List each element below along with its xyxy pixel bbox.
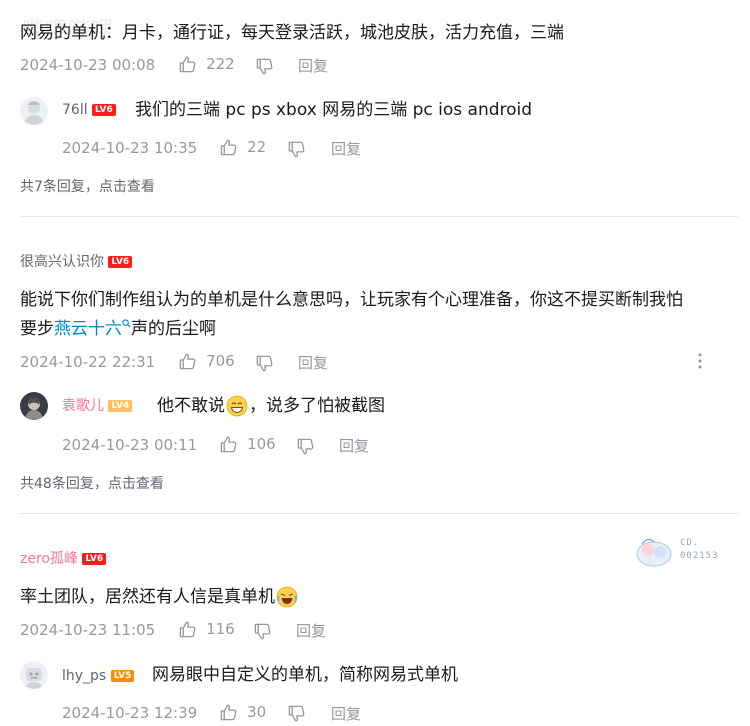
badge-text: CD.	[680, 538, 700, 548]
username-text[interactable]: 很高兴认识你	[20, 254, 104, 270]
username-text[interactable]: lhy_ps	[62, 668, 106, 684]
comment-text: 率土团队，居然还有人信是真单机	[20, 584, 298, 610]
search-link[interactable]: 燕云十六	[54, 319, 131, 339]
level-badge: LV5	[110, 670, 135, 682]
thumb-down-icon[interactable]	[296, 437, 315, 456]
grin-emoji-icon	[226, 395, 248, 417]
like-count: 706	[206, 352, 235, 370]
avatar[interactable]	[20, 97, 48, 125]
view-more-replies[interactable]: 共48条回复，点击查看	[20, 473, 164, 493]
like-button[interactable]: 116	[178, 619, 235, 641]
search-link-text[interactable]: 燕云十六	[54, 319, 122, 339]
reply-button[interactable]: 回复	[339, 435, 369, 456]
like-button[interactable]: 22	[219, 137, 266, 159]
like-count: 106	[247, 435, 276, 453]
comment-text-segment: 要步	[20, 319, 54, 339]
comment-time: 2024-10-22 22:31	[20, 353, 156, 371]
level-badge: LV6	[82, 553, 107, 565]
username-text[interactable]: 袁歌儿	[62, 398, 104, 414]
reply-time: 2024-10-23 00:11	[62, 436, 198, 454]
username[interactable]: lhy_ps LV5	[62, 666, 135, 686]
fan-badge[interactable]: CD. 002153	[634, 534, 734, 570]
laugh-cry-emoji-icon	[276, 586, 298, 608]
comment-text-segment: 率土团队，居然还有人信是真单机	[20, 587, 275, 607]
username-text[interactable]: zero孤峰	[20, 551, 78, 567]
fan-badge-label: CD. 002153	[680, 537, 719, 563]
fan-badge-character-icon	[636, 538, 672, 567]
like-count: 22	[247, 138, 267, 156]
username[interactable]: 袁歌儿 LV4	[62, 396, 133, 416]
divider	[20, 513, 738, 514]
reply-text: 他不敢说 ，说多了怕被截图	[157, 393, 385, 419]
like-button[interactable]: 222	[178, 54, 235, 76]
comment-time: 2024-10-23 00:08	[20, 56, 156, 74]
reply-button[interactable]: 回复	[296, 620, 326, 641]
like-button[interactable]: 706	[178, 351, 235, 373]
view-more-replies[interactable]: 共7条回复，点击查看	[20, 176, 155, 196]
reply-button[interactable]: 回复	[298, 55, 328, 76]
thumb-up-icon	[178, 55, 197, 74]
like-count: 116	[206, 620, 235, 638]
like-count: 222	[206, 55, 235, 73]
username[interactable]: zero孤峰 LV6	[20, 549, 107, 569]
comment-text: 能说下你们制作组认为的单机是什么意思吗，让玩家有个心理准备，你这不提买断制我怕	[20, 290, 683, 310]
reply-button[interactable]: 回复	[331, 138, 361, 159]
thumb-down-icon[interactable]	[255, 57, 274, 76]
like-button[interactable]: 30	[219, 702, 266, 724]
username[interactable]: 76ll LV6	[62, 100, 116, 120]
username-text[interactable]: 76ll	[62, 102, 88, 118]
username[interactable]: 很高兴认识你 LV6	[20, 252, 133, 272]
avatar[interactable]	[20, 392, 48, 420]
more-options-icon[interactable]	[696, 352, 704, 370]
reply-time: 2024-10-23 12:39	[62, 704, 198, 722]
like-count: 30	[247, 703, 267, 721]
thumb-up-icon	[219, 703, 238, 722]
comment-text-segment: 声的后尘啊	[131, 319, 216, 339]
comment-text: 网易的单机：月卡，通行证，每天登录活跃，城池皮肤，活力充值，三端	[20, 23, 564, 43]
comment-time: 2024-10-23 11:05	[20, 621, 156, 639]
thumb-up-icon	[219, 138, 238, 157]
reply-text: 网易眼中自定义的单机，简称网易式单机	[152, 665, 458, 685]
reply-text: 我们的三端 pc ps xbox 网易的三端 pc ios android	[135, 100, 533, 120]
thumb-down-icon[interactable]	[287, 140, 306, 159]
thumb-down-icon[interactable]	[253, 622, 272, 641]
reply-button[interactable]: 回复	[298, 352, 328, 373]
like-button[interactable]: 106	[219, 434, 276, 456]
search-icon	[122, 319, 131, 328]
badge-number: 002153	[680, 551, 719, 561]
thumb-up-icon	[219, 435, 238, 454]
reply-button[interactable]: 回复	[331, 703, 361, 724]
reply-text-segment: ，说多了怕被截图	[249, 396, 385, 416]
avatar[interactable]	[20, 661, 48, 689]
thumb-down-icon[interactable]	[255, 354, 274, 373]
level-badge: LV6	[108, 256, 133, 268]
reply-time: 2024-10-23 10:35	[62, 139, 198, 157]
reply-text-segment: 他不敢说	[157, 396, 225, 416]
level-badge: LV4	[108, 400, 133, 412]
thumb-up-icon	[178, 620, 197, 639]
divider	[20, 216, 738, 217]
comment-text-line2: 要步燕云十六 声的后尘啊	[20, 316, 216, 342]
level-badge: LV6	[92, 104, 116, 116]
thumb-up-icon	[178, 352, 197, 371]
thumb-down-icon[interactable]	[287, 704, 306, 723]
